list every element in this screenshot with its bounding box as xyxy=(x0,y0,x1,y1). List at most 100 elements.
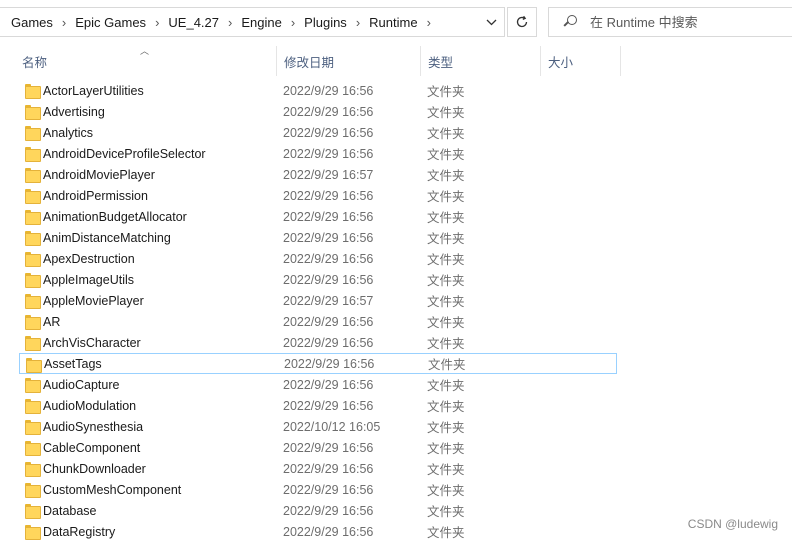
item-date: 2022/9/29 16:56 xyxy=(283,104,374,119)
list-item[interactable]: AndroidPermission 2022/9/29 16:56 文件夹 xyxy=(19,185,617,206)
item-name: AndroidDeviceProfileSelector xyxy=(43,146,206,161)
folder-icon xyxy=(25,84,41,99)
item-name: CableComponent xyxy=(43,440,141,455)
item-name: AR xyxy=(43,314,61,329)
breadcrumb-ue-4-27[interactable]: UE_4.27 xyxy=(168,15,219,30)
item-name: AnimationBudgetAllocator xyxy=(43,209,187,224)
item-name: CustomMeshComponent xyxy=(43,482,182,497)
search-input[interactable] xyxy=(590,14,780,30)
list-item[interactable]: AppleMoviePlayer 2022/9/29 16:57 文件夹 xyxy=(19,290,617,311)
item-type: 文件夹 xyxy=(427,505,465,519)
item-name: ActorLayerUtilities xyxy=(43,83,144,98)
list-item[interactable]: AudioModulation 2022/9/29 16:56 文件夹 xyxy=(19,395,617,416)
item-type: 文件夹 xyxy=(427,442,465,456)
column-header: ︿ 名称 修改日期 类型 大小 xyxy=(0,46,792,76)
breadcrumb-runtime[interactable]: Runtime xyxy=(369,15,417,30)
breadcrumb-games[interactable]: Games xyxy=(11,15,53,30)
item-name: ApexDestruction xyxy=(43,251,135,266)
search-box[interactable] xyxy=(548,7,792,37)
breadcrumb-chevron-icon[interactable]: › xyxy=(282,15,304,30)
item-date: 2022/9/29 16:56 xyxy=(283,335,374,350)
column-type-label: 类型 xyxy=(428,55,454,70)
item-name: AppleImageUtils xyxy=(43,272,135,287)
column-size-label: 大小 xyxy=(548,55,574,70)
list-item[interactable]: AR 2022/9/29 16:56 文件夹 xyxy=(19,311,617,332)
item-type: 文件夹 xyxy=(427,274,465,288)
item-name: Advertising xyxy=(43,104,105,119)
item-name: Analytics xyxy=(43,125,94,140)
breadcrumb: Games › Epic Games › UE_4.27 › Engine › … xyxy=(11,8,440,36)
list-item[interactable]: Analytics 2022/9/29 16:56 文件夹 xyxy=(19,122,617,143)
item-date: 2022/9/29 16:56 xyxy=(283,524,374,539)
item-name: AndroidPermission xyxy=(43,188,148,203)
folder-icon xyxy=(25,105,41,120)
item-date: 2022/9/29 16:56 xyxy=(283,125,374,140)
item-name: AndroidMoviePlayer xyxy=(43,167,155,182)
item-type: 文件夹 xyxy=(427,400,465,414)
list-item[interactable]: AppleImageUtils 2022/9/29 16:56 文件夹 xyxy=(19,269,617,290)
item-type: 文件夹 xyxy=(427,106,465,120)
item-date: 2022/9/29 16:56 xyxy=(284,356,375,371)
list-item[interactable]: Advertising 2022/9/29 16:56 文件夹 xyxy=(19,101,617,122)
list-item[interactable]: ArchVisCharacter 2022/9/29 16:56 文件夹 xyxy=(19,332,617,353)
item-type: 文件夹 xyxy=(427,484,465,498)
breadcrumb-chevron-icon[interactable]: › xyxy=(146,15,168,30)
folder-icon xyxy=(25,462,41,477)
breadcrumb-chevron-icon[interactable]: › xyxy=(347,15,369,30)
list-item[interactable]: CableComponent 2022/9/29 16:56 文件夹 xyxy=(19,437,617,458)
column-header-name[interactable]: 名称 xyxy=(15,46,277,76)
item-name: ChunkDownloader xyxy=(43,461,146,476)
breadcrumb-chevron-icon[interactable]: › xyxy=(53,15,75,30)
item-type: 文件夹 xyxy=(427,463,465,477)
breadcrumb-epic-games[interactable]: Epic Games xyxy=(75,15,146,30)
list-item[interactable]: CustomMeshComponent 2022/9/29 16:56 文件夹 xyxy=(19,479,617,500)
breadcrumb-chevron-icon[interactable]: › xyxy=(219,15,241,30)
address-bar[interactable]: Games › Epic Games › UE_4.27 › Engine › … xyxy=(0,7,505,37)
navigation-bar: Games › Epic Games › UE_4.27 › Engine › … xyxy=(0,0,792,42)
list-item[interactable]: AndroidMoviePlayer 2022/9/29 16:57 文件夹 xyxy=(19,164,617,185)
chevron-down-icon[interactable] xyxy=(478,8,504,36)
list-item[interactable]: ActorLayerUtilities 2022/9/29 16:56 文件夹 xyxy=(19,80,617,101)
item-type: 文件夹 xyxy=(427,232,465,246)
breadcrumb-plugins[interactable]: Plugins xyxy=(304,15,347,30)
refresh-button[interactable] xyxy=(507,7,537,37)
column-header-date[interactable]: 修改日期 xyxy=(277,46,421,76)
refresh-icon xyxy=(516,15,528,28)
folder-icon xyxy=(25,252,41,267)
list-item[interactable]: AndroidDeviceProfileSelector 2022/9/29 16… xyxy=(19,143,617,164)
item-type: 文件夹 xyxy=(427,316,465,330)
column-header-type[interactable]: 类型 xyxy=(421,46,541,76)
folder-icon xyxy=(25,441,41,456)
item-date: 2022/9/29 16:56 xyxy=(283,188,374,203)
column-header-size[interactable]: 大小 xyxy=(541,46,621,76)
folder-icon xyxy=(25,189,41,204)
column-date-label: 修改日期 xyxy=(284,55,335,70)
item-date: 2022/9/29 16:56 xyxy=(283,377,374,392)
item-date: 2022/9/29 16:56 xyxy=(283,482,374,497)
list-item[interactable]: DataRegistry 2022/9/29 16:56 文件夹 xyxy=(19,521,617,542)
watermark: CSDN @ludewig xyxy=(687,517,778,531)
folder-icon xyxy=(26,358,42,373)
item-name: AudioCapture xyxy=(43,377,120,392)
folder-icon xyxy=(25,399,41,414)
item-date: 2022/9/29 16:57 xyxy=(283,293,374,308)
folder-icon xyxy=(25,168,41,183)
folder-icon xyxy=(25,294,41,309)
list-item-selected[interactable]: AssetTags 2022/9/29 16:56 文件夹 xyxy=(19,353,617,374)
folder-icon xyxy=(25,210,41,225)
item-date: 2022/9/29 16:57 xyxy=(283,167,374,182)
item-date: 2022/9/29 16:56 xyxy=(283,440,374,455)
folder-icon xyxy=(25,378,41,393)
item-type: 文件夹 xyxy=(427,253,465,267)
list-item[interactable]: ChunkDownloader 2022/9/29 16:56 文件夹 xyxy=(19,458,617,479)
list-item[interactable]: AnimDistanceMatching 2022/9/29 16:56 文件夹 xyxy=(19,227,617,248)
list-item[interactable]: AnimationBudgetAllocator 2022/9/29 16:56 文… xyxy=(19,206,617,227)
list-item[interactable]: ApexDestruction 2022/9/29 16:56 文件夹 xyxy=(19,248,617,269)
list-item[interactable]: AudioCapture 2022/9/29 16:56 文件夹 xyxy=(19,374,617,395)
item-date: 2022/9/29 16:56 xyxy=(283,251,374,266)
item-type: 文件夹 xyxy=(427,127,465,141)
list-item[interactable]: Database 2022/9/29 16:56 文件夹 xyxy=(19,500,617,521)
breadcrumb-chevron-icon[interactable]: › xyxy=(418,15,440,30)
breadcrumb-engine[interactable]: Engine xyxy=(241,15,281,30)
list-item[interactable]: AudioSynesthesia 2022/10/12 16:05 文件夹 xyxy=(19,416,617,437)
